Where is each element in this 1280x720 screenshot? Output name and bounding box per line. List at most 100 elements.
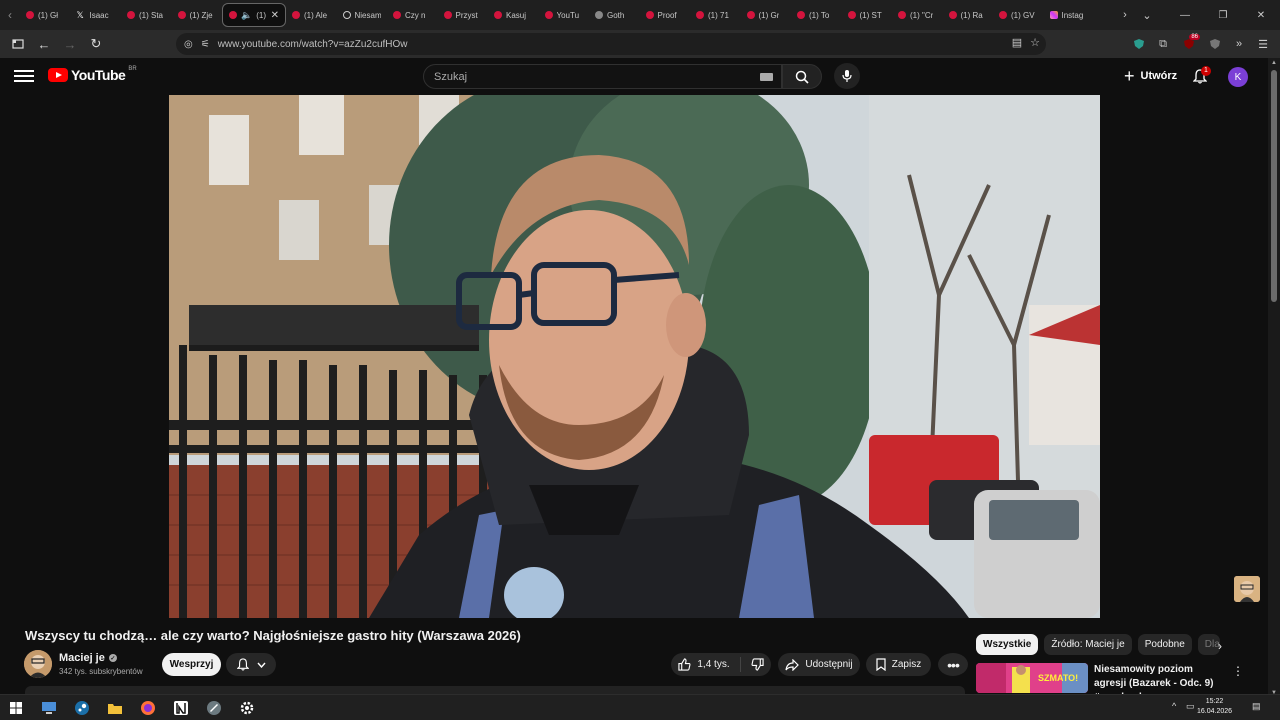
minimize-icon[interactable]: —	[1166, 0, 1204, 30]
browser-tab[interactable]: YouTu	[539, 3, 590, 27]
browser-tab-strip: ‹ (1) Gł 𝕏 Isaac (1) Sta (1) Zje 🔈 (1) ✕ (1) Ale…	[0, 0, 1280, 30]
tab-title: (1) Ale	[304, 10, 328, 20]
restore-icon[interactable]: ❐	[1204, 0, 1242, 30]
steam-icon[interactable]	[73, 699, 91, 717]
filter-chip[interactable]: Wszystkie	[976, 634, 1039, 655]
browser-menu-icon[interactable]: ☰	[1250, 30, 1276, 58]
tab-title: Kasuj	[506, 10, 527, 20]
guide-menu-icon[interactable]	[14, 67, 34, 83]
account-avatar[interactable]: K	[1228, 67, 1248, 87]
support-button[interactable]: Wesprzyj	[162, 653, 221, 676]
extensions-puzzle-icon[interactable]: ⧉	[1150, 30, 1176, 58]
search-button[interactable]	[782, 64, 822, 89]
browser-tab[interactable]: (1) Ra	[943, 3, 994, 27]
youtube-icon	[999, 11, 1007, 19]
voice-search-button[interactable]	[834, 63, 860, 89]
youtube-icon	[393, 11, 401, 19]
channel-name-row[interactable]: Maciej je ✓	[59, 652, 117, 664]
windows-start-icon[interactable]	[7, 699, 25, 717]
tab-actions-icon[interactable]	[6, 32, 30, 56]
search-icon	[795, 70, 809, 84]
shield-extension-icon[interactable]	[1126, 30, 1152, 58]
tab-title: Goth	[607, 10, 625, 20]
browser-tab[interactable]: Proof	[640, 3, 691, 27]
remote-desktop-icon[interactable]	[40, 699, 58, 717]
scroll-up-icon[interactable]: ▲	[1270, 60, 1278, 66]
filter-chip[interactable]: Podobne	[1137, 634, 1192, 655]
tab-scroll-right-icon[interactable]: ›	[1114, 0, 1136, 30]
browser-tab[interactable]: Niesam	[337, 3, 388, 27]
browser-tab[interactable]: (1) Zje	[172, 3, 223, 27]
share-icon	[785, 658, 800, 671]
browser-tab[interactable]: Instag	[1044, 3, 1095, 27]
youtube-icon	[229, 11, 237, 19]
browser-tab[interactable]: (1) Gł	[20, 3, 71, 27]
scrollbar-thumb[interactable]	[1271, 70, 1277, 302]
browser-tab[interactable]: (1) Ale	[286, 3, 337, 27]
browser-tab[interactable]: Goth	[589, 3, 640, 27]
url-text: www.youtube.com/watch?v=azZu2cufHOw	[217, 38, 408, 50]
floating-channel-avatar[interactable]	[1234, 576, 1260, 602]
rocket-app-icon[interactable]	[205, 699, 223, 717]
url-field[interactable]: ◎ ⚟ www.youtube.com/watch?v=azZu2cufHOw …	[176, 33, 1046, 55]
browser-tab[interactable]: 𝕏 Isaac	[71, 3, 122, 27]
video-player[interactable]	[169, 95, 1100, 618]
youtube-logo[interactable]: YouTube BR	[48, 66, 137, 83]
share-button[interactable]: Udostępnij	[778, 653, 860, 676]
firefox-icon[interactable]	[139, 699, 157, 717]
description-box[interactable]	[25, 686, 965, 694]
page-scrollbar[interactable]: ▲ ▼	[1268, 58, 1280, 698]
tab-scroll-left-icon[interactable]: ‹	[0, 0, 20, 30]
tab-close-icon[interactable]: ✕	[271, 10, 279, 21]
channel-avatar[interactable]	[24, 650, 52, 678]
search-input[interactable]: Szukaj	[423, 64, 782, 89]
recommendation-thumbnail[interactable]: SZMATO!	[976, 663, 1088, 693]
notion-icon[interactable]	[172, 699, 190, 717]
back-icon[interactable]: ←	[32, 32, 56, 56]
permissions-icon[interactable]: ⚟	[201, 39, 210, 50]
youtube-icon	[177, 11, 186, 19]
filter-chip[interactable]: Dla	[1197, 634, 1220, 655]
settings-gear-icon[interactable]	[238, 699, 256, 717]
reload-icon[interactable]: ↻	[84, 32, 108, 56]
subscription-notifications-button[interactable]	[226, 653, 276, 676]
reader-view-icon[interactable]: ▤	[1012, 36, 1022, 49]
browser-tab[interactable]: Kasuj	[488, 3, 539, 27]
recommendation-menu-icon[interactable]: ⋮	[1232, 664, 1244, 678]
tab-list-dropdown-icon[interactable]: ⌄	[1136, 0, 1158, 30]
network-icon[interactable]: ▭	[1186, 701, 1195, 712]
channel-name[interactable]: Maciej je	[59, 652, 105, 664]
browser-tab[interactable]: (1) 71	[690, 3, 741, 27]
more-actions-button[interactable]: •••	[938, 653, 968, 676]
overflow-chevrons-icon[interactable]: »	[1226, 30, 1252, 58]
save-button[interactable]: Zapisz	[866, 653, 931, 676]
like-button[interactable]: 1,4 tys.	[672, 657, 741, 672]
browser-tab[interactable]: (1) Sta	[121, 3, 172, 27]
browser-tab[interactable]: (1) Gr	[741, 3, 792, 27]
create-button[interactable]: + Utwórz	[1116, 65, 1185, 87]
logo-text: YouTube	[71, 67, 126, 83]
browser-tab[interactable]: (1) To	[791, 3, 842, 27]
browser-tab[interactable]: 🔈 (1) ✕	[222, 3, 286, 27]
browser-tab[interactable]: (1) ST	[842, 3, 893, 27]
ublock-extension-icon[interactable]: 86	[1176, 30, 1202, 58]
forward-icon[interactable]: →	[58, 32, 82, 56]
chips-next-icon[interactable]: ›	[1218, 639, 1222, 653]
notification-center-icon[interactable]: ▤	[1252, 701, 1261, 712]
keyboard-icon[interactable]	[760, 73, 773, 81]
browser-tab[interactable]: (1) "Cr	[892, 3, 943, 27]
dislike-button[interactable]	[747, 658, 770, 671]
window-close-icon[interactable]: ✕	[1242, 0, 1280, 30]
speaker-icon[interactable]: 🔈	[241, 10, 252, 21]
tray-chevron-icon[interactable]: ^	[1172, 701, 1176, 711]
filter-chip[interactable]: Źródło: Maciej je	[1044, 634, 1132, 655]
browser-tab[interactable]: Przyst	[438, 3, 489, 27]
browser-tab[interactable]: Czy n	[387, 3, 438, 27]
browser-tab[interactable]: (1) GV	[993, 3, 1044, 27]
privacy-extension-icon[interactable]	[1202, 30, 1228, 58]
tab-list: (1) Gł 𝕏 Isaac (1) Sta (1) Zje 🔈 (1) ✕ (1) Ale Ni…	[20, 3, 1094, 27]
bookmark-star-icon[interactable]: ☆	[1030, 36, 1040, 49]
file-explorer-icon[interactable]	[106, 699, 124, 717]
site-info-icon[interactable]: ◎	[184, 39, 193, 50]
taskbar-clock[interactable]: 15:22 16.04.2026	[1197, 697, 1232, 717]
